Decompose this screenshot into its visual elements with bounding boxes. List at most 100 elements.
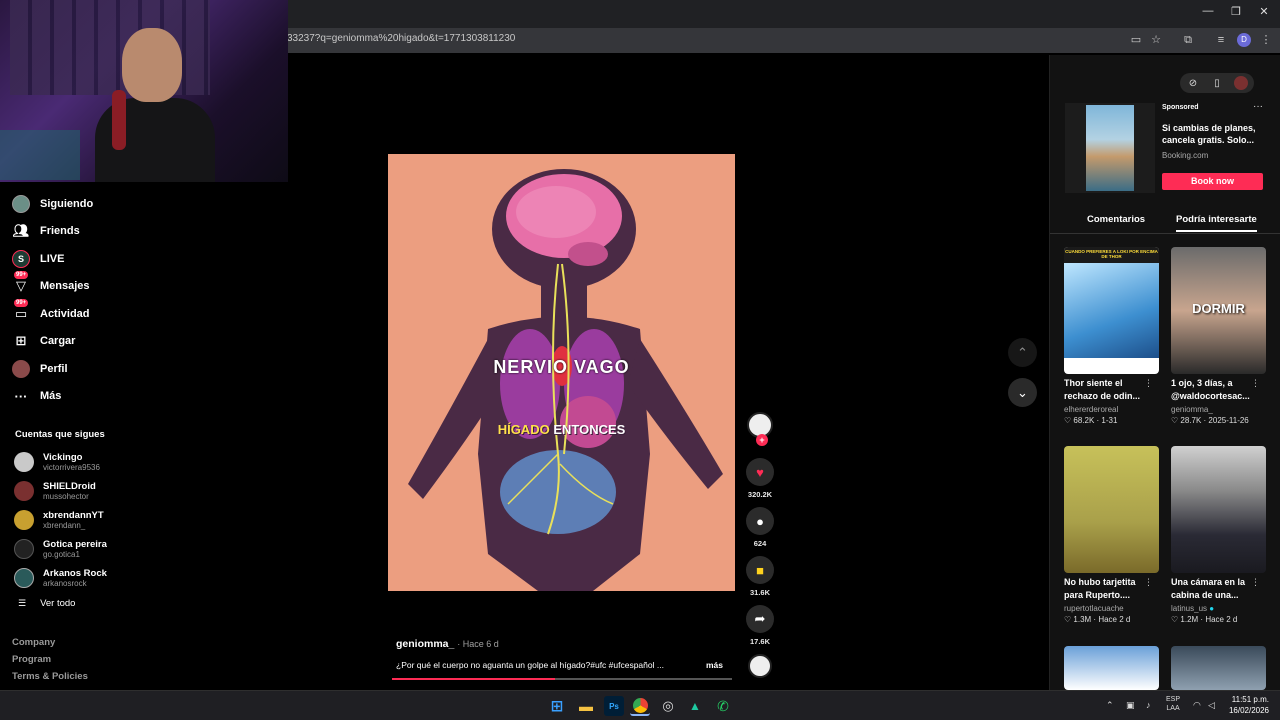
card-menu-icon[interactable]: ⋮ xyxy=(1144,378,1153,389)
footer-link-company[interactable]: Company xyxy=(12,637,88,654)
list-item[interactable]: Arkanos Rock arkanosrock xyxy=(14,563,274,592)
wifi-icon[interactable]: ◠ xyxy=(1193,700,1201,711)
sidebar-item-friends[interactable]: 👥︎ Friends xyxy=(10,218,280,246)
save-count: 31.6K xyxy=(749,588,770,597)
video-card[interactable] xyxy=(1171,646,1266,690)
card-likes: 28.7K xyxy=(1180,416,1202,425)
tray-mic-icon[interactable]: ♪ xyxy=(1146,700,1151,710)
card-thumbnail[interactable] xyxy=(1171,646,1266,690)
profile-avatar[interactable]: D xyxy=(1237,33,1251,47)
card-title: 1 ojo, 3 días, a @waldocortesac... xyxy=(1171,378,1250,401)
like-button[interactable]: ♥ xyxy=(746,458,774,486)
list-item[interactable]: Gotica pereira go.gotica1 xyxy=(14,534,274,563)
card-thumbnail[interactable] xyxy=(1064,646,1159,690)
ad-domain: Booking.com xyxy=(1162,151,1209,160)
list-item[interactable]: xbrendannYT xbrendann_ xyxy=(14,506,274,535)
footer-link-program[interactable]: Program xyxy=(12,654,88,671)
whatsapp-icon[interactable]: ✆ xyxy=(713,696,733,716)
more-link[interactable]: más xyxy=(706,660,723,670)
windows-start-icon[interactable]: ⊞ xyxy=(547,696,567,716)
sidebar-item-upload[interactable]: ⊞ Cargar xyxy=(10,328,280,356)
restore-icon[interactable]: ❐ xyxy=(1228,5,1244,18)
sponsored-ad[interactable]: Sponsored ··· Si cambias de planes, canc… xyxy=(1065,101,1270,193)
prev-video-button[interactable]: ⌃ xyxy=(1008,338,1037,367)
footer-link-terms[interactable]: Terms & Policies xyxy=(12,671,88,688)
tab-suggested[interactable]: Podría interesarte xyxy=(1176,214,1257,232)
media-icon[interactable]: ≡ xyxy=(1214,33,1228,47)
phone-icon[interactable]: ▯ xyxy=(1210,78,1224,89)
sidebar-item-label: Mensajes xyxy=(40,280,90,293)
sidebar-item-more[interactable]: ··· Más xyxy=(10,383,280,411)
bookmark-icon: ■ xyxy=(756,562,764,578)
video-progress-bar[interactable] xyxy=(392,678,732,680)
card-stats: ♡ 1.2M · Hace 2 d xyxy=(1171,615,1238,624)
card-thumbnail[interactable]: CUANDO PREFIERES A LOKI POR ENCIMA DE TH… xyxy=(1064,247,1159,374)
follow-plus-icon[interactable]: + xyxy=(756,434,768,446)
obs-icon[interactable]: ◎ xyxy=(658,696,678,716)
file-explorer-icon[interactable]: ▬ xyxy=(576,696,596,716)
music-disc-icon[interactable] xyxy=(748,654,772,678)
sidebar-item-profile[interactable]: Perfil xyxy=(10,355,280,383)
list-item[interactable]: SHIELDroid mussohector xyxy=(14,477,274,506)
tray-chevron-icon[interactable]: ⌃ xyxy=(1106,700,1114,711)
next-video-button[interactable]: ⌄ xyxy=(1008,378,1037,407)
url-text[interactable]: 33237?q=geniomma%20higado&t=177130381123… xyxy=(287,33,515,44)
card-menu-icon[interactable]: ⋮ xyxy=(1251,577,1260,588)
system-clock[interactable]: 11:51 p.m. 16/02/2026 xyxy=(1227,694,1269,716)
sidebar-item-live[interactable]: S LIVE xyxy=(10,245,280,273)
cast-icon[interactable]: ▭ xyxy=(1129,33,1143,47)
save-button[interactable]: ■ xyxy=(746,556,774,584)
video-card[interactable]: DORMIR 1 ojo, 3 días, a @waldocortesac..… xyxy=(1171,247,1266,425)
card-menu-icon[interactable]: ⋮ xyxy=(1144,577,1153,588)
ad-menu-icon[interactable]: ··· xyxy=(1253,101,1263,112)
upload-icon: ⊞ xyxy=(15,333,27,349)
author-name[interactable]: geniomma_ xyxy=(396,638,454,650)
tray-app-icon[interactable]: ▣ xyxy=(1126,700,1135,711)
card-thumbnail[interactable] xyxy=(1171,446,1266,573)
minimize-icon[interactable]: — xyxy=(1200,5,1216,17)
ad-thumbnail[interactable] xyxy=(1065,103,1155,193)
card-user: elhererderoreal xyxy=(1064,405,1119,414)
sidebar-item-label: Cargar xyxy=(40,335,76,348)
book-now-button[interactable]: Book now xyxy=(1162,173,1263,190)
video-card[interactable]: No hubo tarjetita para Ruperto.... ruper… xyxy=(1064,446,1159,624)
app-icon[interactable]: ▲ xyxy=(685,696,705,716)
share-button[interactable]: ➦ xyxy=(746,605,774,633)
card-likes: 1.2M xyxy=(1180,615,1199,624)
following-avatar-icon xyxy=(10,194,32,213)
video-card[interactable]: Una cámara en la cabina de una... latinu… xyxy=(1171,446,1266,624)
list-item[interactable]: Vickingo victorrivera9536 xyxy=(14,448,274,477)
link-icon[interactable]: ⊘ xyxy=(1186,78,1200,89)
follow-user: xbrendann_ xyxy=(43,520,86,530)
thumb-image xyxy=(1064,263,1159,358)
video-player[interactable]: NERVIO VAGO HÍGADO ENTONCES xyxy=(388,154,735,591)
author-avatar[interactable]: + xyxy=(747,412,773,446)
video-card[interactable]: CUANDO PREFIERES A LOKI POR ENCIMA DE TH… xyxy=(1064,247,1159,425)
card-thumbnail[interactable] xyxy=(1064,446,1159,573)
chrome-icon[interactable] xyxy=(630,696,650,716)
card-thumbnail[interactable]: DORMIR xyxy=(1171,247,1266,374)
sidebar-item-activity[interactable]: ▭ 99+ Actividad xyxy=(10,298,280,328)
video-card[interactable] xyxy=(1064,646,1159,690)
messages-icon: ▽ 99+ xyxy=(14,271,29,294)
avatar xyxy=(14,481,34,502)
user-avatar[interactable] xyxy=(1234,76,1248,90)
extensions-icon[interactable]: ⧉ xyxy=(1181,33,1195,47)
language-indicator[interactable]: ESP LAA xyxy=(1166,695,1180,713)
card-menu-icon[interactable]: ⋮ xyxy=(1251,378,1260,389)
sidebar-item-messages[interactable]: ▽ 99+ Mensajes xyxy=(10,271,280,301)
comment-button[interactable]: ● xyxy=(746,507,774,535)
follow-name: Gotica pereira xyxy=(43,538,107,550)
video-author[interactable]: geniomma_ · Hace 6 d xyxy=(396,638,499,650)
right-panel: ⊘ ▯ Sponsored ··· Si cambias de planes, … xyxy=(1049,55,1280,690)
webcam-person-head xyxy=(122,28,182,102)
see-all-link[interactable]: ☰ Ver todo xyxy=(18,598,75,609)
tab-comments[interactable]: Comentarios xyxy=(1087,214,1145,225)
photoshop-icon[interactable]: Ps xyxy=(604,696,624,716)
share-count: 17.6K xyxy=(749,637,770,646)
bookmark-star-icon[interactable]: ☆ xyxy=(1149,33,1163,47)
sidebar-item-following[interactable]: Siguiendo xyxy=(10,190,280,218)
browser-menu-icon[interactable]: ⋮ xyxy=(1259,33,1273,47)
close-icon[interactable]: ✕ xyxy=(1256,5,1272,18)
volume-icon[interactable]: ◁ xyxy=(1208,700,1215,711)
